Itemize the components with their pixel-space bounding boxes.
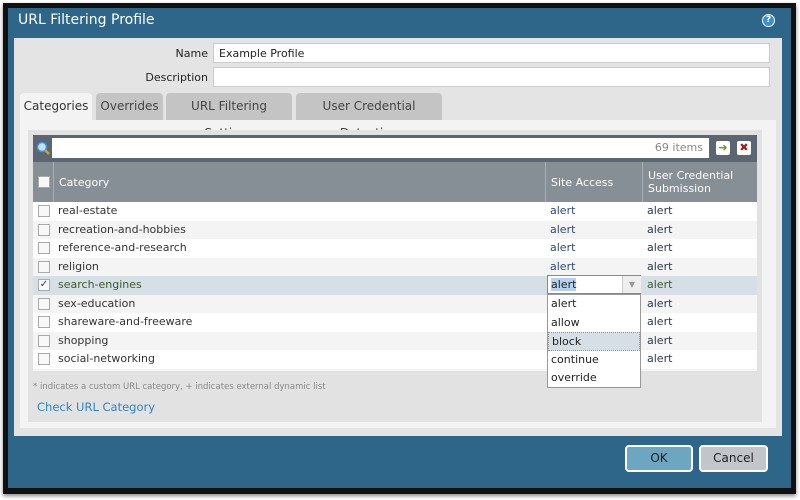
user-credential-value[interactable]: alert	[647, 315, 672, 328]
row-checkbox[interactable]	[38, 353, 50, 365]
cancel-button[interactable]: Cancel	[699, 445, 768, 472]
clear-filter-x-icon[interactable]: ✖	[737, 141, 751, 155]
dropdown-value: alert	[551, 278, 577, 291]
site-access-value[interactable]: alert	[550, 223, 575, 236]
table-row[interactable]: sex-education alert	[33, 294, 757, 313]
categories-table: 69 items ➜ ✖ Category Site Access User C…	[33, 135, 757, 371]
search-icon	[36, 141, 50, 155]
option-alert[interactable]: alert	[548, 295, 640, 314]
chevron-down-icon[interactable]: ▼	[622, 276, 641, 293]
category-name: real-estate	[58, 204, 118, 217]
site-access-value[interactable]: alert	[550, 260, 575, 273]
table-row[interactable]: shareware-and-freeware alert	[33, 313, 757, 332]
user-credential-value[interactable]: alert	[647, 260, 672, 273]
footnote: * indicates a custom URL category, + ind…	[33, 382, 326, 392]
site-access-value[interactable]: alert	[550, 241, 575, 254]
site-access-value[interactable]: alert	[550, 204, 575, 217]
user-credential-value[interactable]: alert	[647, 297, 672, 310]
tab-categories[interactable]: Categories	[20, 93, 92, 120]
user-credential-value[interactable]: alert	[647, 334, 672, 347]
site-access-dropdown[interactable]: alert ▼	[547, 275, 641, 294]
help-icon[interactable]: ?	[762, 14, 775, 27]
table-row[interactable]: religion alert alert	[33, 257, 757, 276]
category-name: shopping	[58, 333, 109, 347]
column-category[interactable]: Category	[53, 162, 545, 202]
select-all-checkbox[interactable]	[38, 176, 50, 188]
column-user-credential-submission[interactable]: User Credential Submission	[642, 162, 740, 202]
table-row[interactable]: shopping alert	[33, 331, 757, 350]
tab-user-credential-detection[interactable]: User Credential Detection	[296, 93, 442, 140]
option-allow[interactable]: allow	[548, 314, 640, 333]
option-override[interactable]: override	[548, 369, 640, 388]
search-bar: 69 items ➜ ✖	[33, 135, 757, 162]
user-credential-value[interactable]: alert	[647, 278, 672, 291]
name-input[interactable]: Example Profile	[213, 43, 770, 63]
category-name: recreation-and-hobbies	[58, 222, 186, 236]
check-url-category-link[interactable]: Check URL Category	[37, 400, 155, 414]
table-header: Category Site Access User Credential Sub…	[33, 162, 757, 202]
tab-overrides[interactable]: Overrides	[96, 93, 163, 120]
category-name: social-networking	[58, 352, 156, 365]
category-name: shareware-and-freeware	[58, 315, 193, 328]
row-checkbox[interactable]	[38, 334, 50, 347]
user-credential-value[interactable]: alert	[647, 371, 672, 372]
search-input[interactable]: 69 items	[52, 138, 709, 158]
option-block[interactable]: block	[548, 332, 640, 351]
category-name: society	[58, 371, 97, 372]
items-count: 69 items	[654, 141, 703, 154]
table-row[interactable]: social-networking alert	[33, 350, 757, 369]
category-name: search-engines	[58, 278, 142, 291]
category-name: religion	[58, 259, 99, 273]
row-checkbox[interactable]: ✓	[38, 279, 50, 291]
description-label: Description	[145, 71, 208, 84]
apply-filter-arrow-icon[interactable]: ➜	[716, 141, 730, 155]
table-row[interactable]: real-estate alert alert	[33, 202, 757, 221]
row-checkbox[interactable]	[38, 242, 50, 254]
row-checkbox[interactable]	[38, 205, 50, 217]
table-row[interactable]: reference-and-research alert alert	[33, 239, 757, 258]
category-name: reference-and-research	[58, 241, 187, 254]
column-site-access[interactable]: Site Access	[545, 162, 642, 202]
description-input[interactable]	[213, 67, 770, 87]
ok-button[interactable]: OK	[625, 445, 693, 472]
dialog-title: URL Filtering Profile	[18, 12, 155, 28]
user-credential-value[interactable]: alert	[647, 204, 672, 217]
table-row[interactable]: ✓ search-engines alert alert	[33, 276, 757, 295]
row-checkbox[interactable]	[38, 260, 50, 273]
user-credential-value[interactable]: alert	[647, 241, 672, 254]
row-checkbox[interactable]	[38, 223, 50, 236]
user-credential-value[interactable]: alert	[647, 223, 672, 236]
row-checkbox[interactable]	[38, 316, 50, 328]
option-continue[interactable]: continue	[548, 351, 640, 370]
name-label: Name	[175, 47, 208, 60]
tab-url-filtering-settings[interactable]: URL Filtering Settings	[166, 93, 292, 140]
dropdown-options: alert allow block continue override	[547, 294, 641, 388]
table-row[interactable]: recreation-and-hobbies alert alert	[33, 220, 757, 239]
row-checkbox[interactable]	[38, 297, 50, 310]
table-row[interactable]: society alert	[33, 368, 757, 372]
user-credential-value[interactable]: alert	[647, 352, 672, 365]
category-name: sex-education	[58, 296, 136, 310]
